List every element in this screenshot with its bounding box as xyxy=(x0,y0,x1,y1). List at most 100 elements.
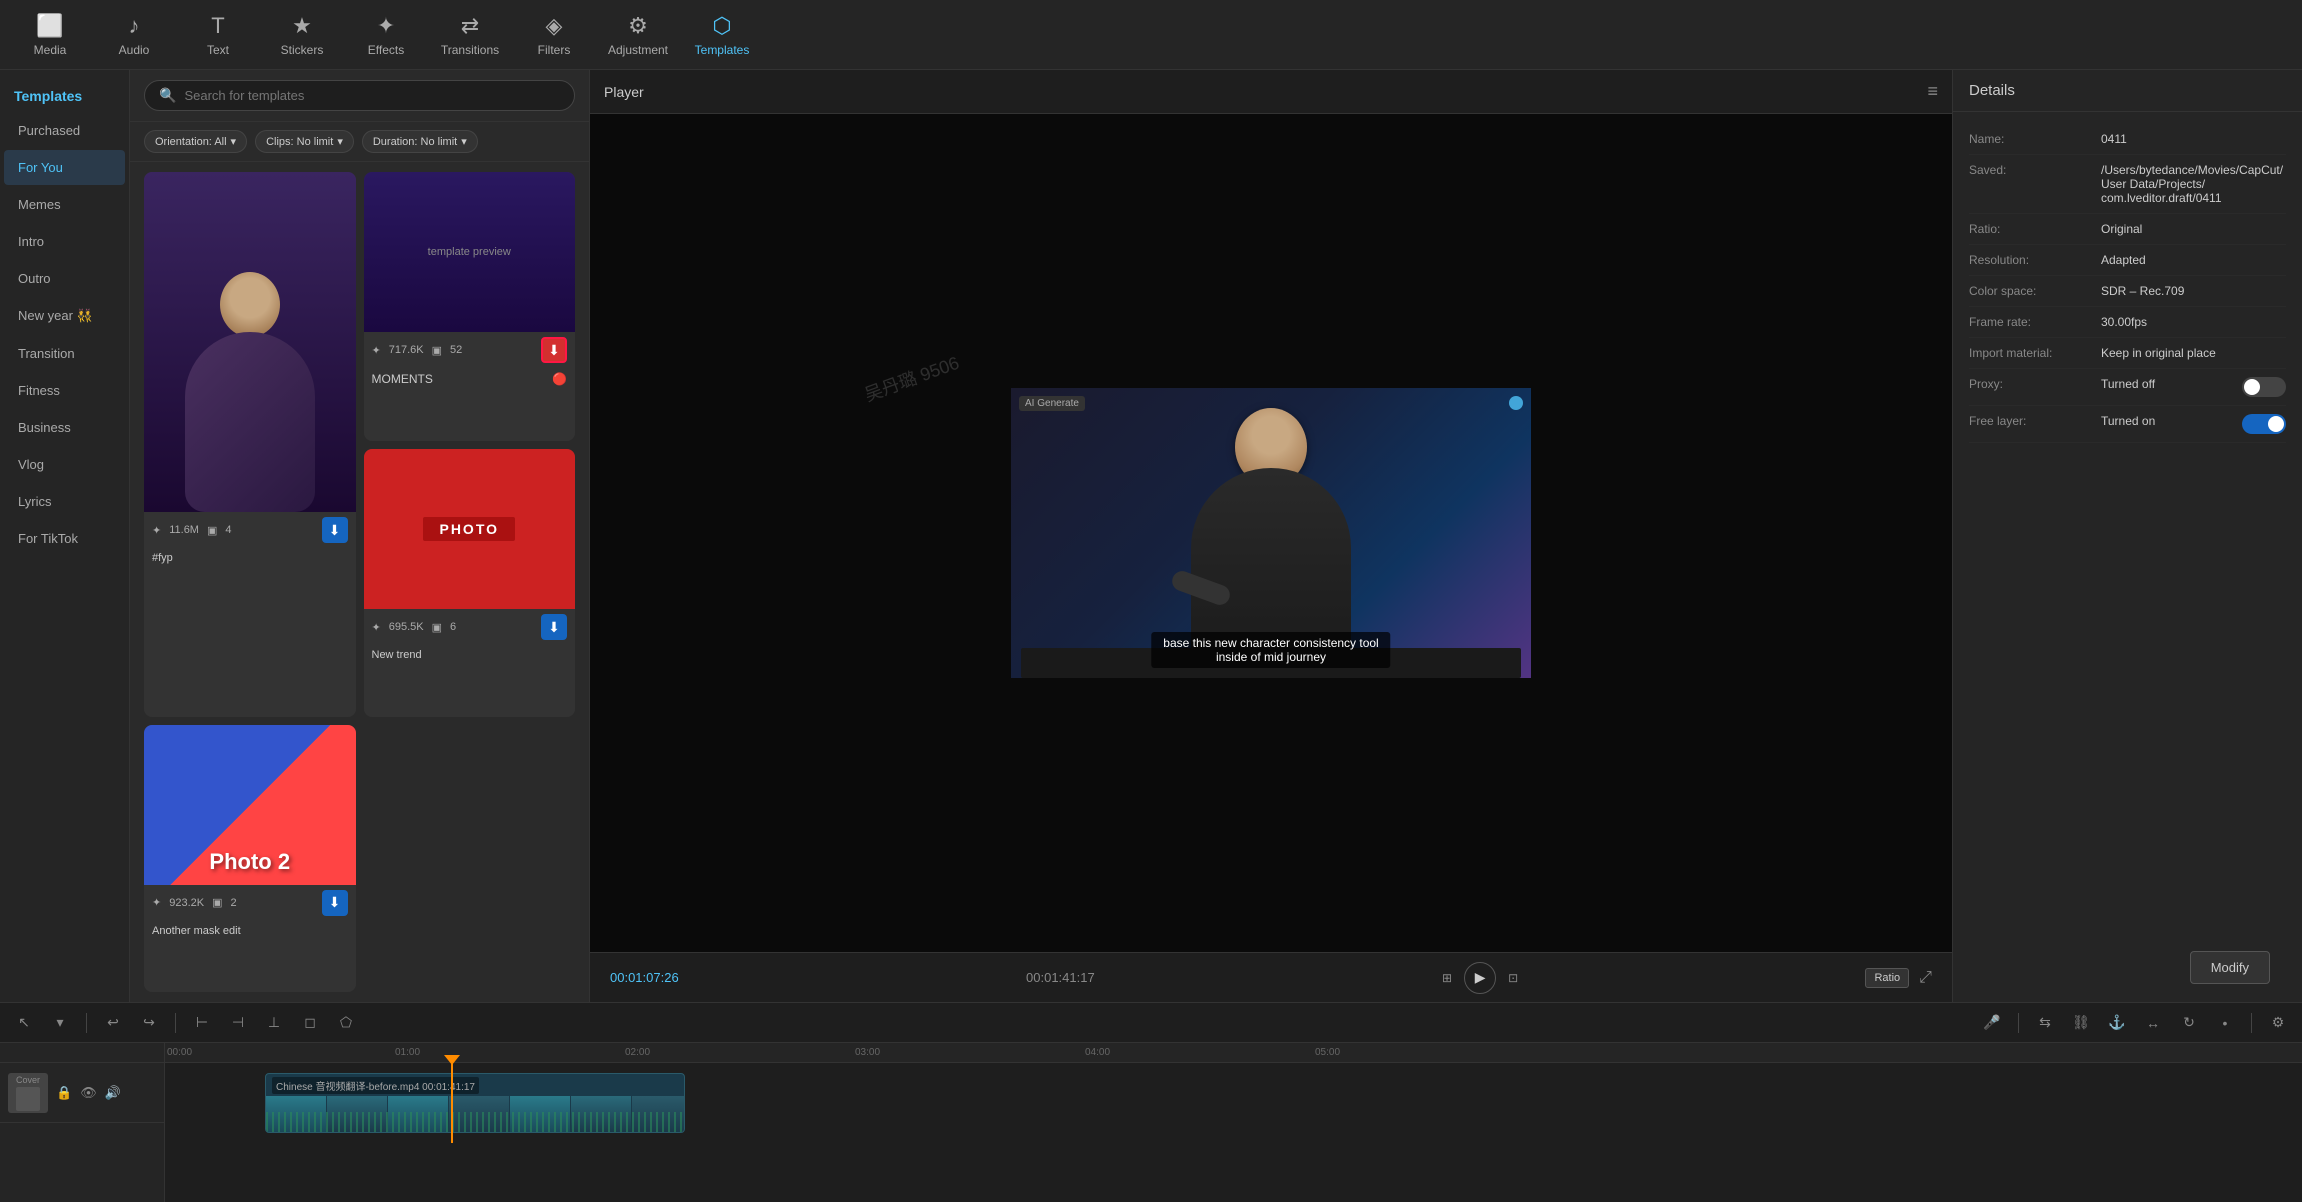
cover-thumb[interactable]: Cover xyxy=(8,1073,48,1113)
tl-undo-btn[interactable]: ↩ xyxy=(99,1009,127,1037)
tl-anchor-btn[interactable]: ⚓ xyxy=(2103,1009,2131,1037)
templates-grid: ✦ 11.6M ▣ 4 ⬇ #fyp template preview xyxy=(130,162,589,1002)
views-icon: ✦ xyxy=(152,524,161,537)
crop-icon[interactable]: ⊡ xyxy=(1508,971,1518,985)
filter-bar: Orientation: All ▾ Clips: No limit ▾ Dur… xyxy=(130,122,589,162)
template-meta-moments: ✦ 717.6K ▣ 52 ⬇ xyxy=(364,332,576,368)
download-btn-tall[interactable]: ⬇ xyxy=(322,517,348,543)
player-header: Player ≡ xyxy=(590,70,1952,114)
audio-icon: ♪ xyxy=(129,13,140,39)
search-input-wrap[interactable]: 🔍 xyxy=(144,80,575,111)
template-card-moments[interactable]: template preview ✦ 717.6K ▣ 52 ⬇ MOMENTS… xyxy=(364,172,576,441)
template-tag-tall: #fyp xyxy=(144,548,356,570)
current-time: 00:01:07:26 xyxy=(610,970,679,985)
views-icon: ✦ xyxy=(372,621,381,634)
search-input[interactable] xyxy=(184,88,560,103)
template-card-new-trend[interactable]: PHOTO ✦ 695.5K ▣ 6 ⬇ New trend xyxy=(364,449,576,716)
toolbar-btn-text[interactable]: T Text xyxy=(178,5,258,65)
views-icon: ✦ xyxy=(372,344,381,357)
tl-redo-btn[interactable]: ↪ xyxy=(135,1009,163,1037)
track-audio-btn[interactable]: 🔊 xyxy=(105,1085,121,1101)
proxy-toggle[interactable] xyxy=(2242,377,2286,397)
sidebar-item-business[interactable]: Business xyxy=(4,410,125,445)
toolbar-btn-effects[interactable]: ✦ Effects xyxy=(346,5,426,65)
templates-panel: 🔍 Orientation: All ▾ Clips: No limit ▾ D… xyxy=(130,70,590,1002)
toolbar-btn-media[interactable]: ⬜ Media xyxy=(10,5,90,65)
sidebar-item-for-tiktok[interactable]: For TikTok xyxy=(4,521,125,556)
sidebar-item-transition[interactable]: Transition xyxy=(4,336,125,371)
toolbar-label-templates: Templates xyxy=(695,43,750,57)
sidebar-item-outro[interactable]: Outro xyxy=(4,261,125,296)
download-btn-mask[interactable]: ⬇ xyxy=(322,890,348,916)
chevron-down-icon: ▾ xyxy=(231,135,237,148)
timeline-toolbar: ↖ ▾ ↩ ↪ ⊢ ⊣ ⊥ ◻ ⬠ 🎤 ⇆ ⛓ ⚓ ↔ ↻ • ⚙ xyxy=(0,1003,2302,1043)
filters-icon: ◈ xyxy=(546,13,563,39)
toolbar-label-transitions: Transitions xyxy=(441,43,499,57)
video-track[interactable]: Chinese 音视频翻译-before.mp4 00:01:41:17 xyxy=(265,1073,685,1133)
track-lock-btn[interactable]: 🔒 xyxy=(56,1085,72,1101)
sidebar-item-vlog[interactable]: Vlog xyxy=(4,447,125,482)
download-btn-moments[interactable]: ⬇ xyxy=(541,337,567,363)
chevron-down-icon: ▾ xyxy=(461,135,467,148)
track-eye-btn[interactable]: 👁 xyxy=(80,1085,97,1101)
tl-delete-btn[interactable]: ⊥ xyxy=(260,1009,288,1037)
tl-square-btn[interactable]: ◻ xyxy=(296,1009,324,1037)
tl-settings-btn[interactable]: ⚙ xyxy=(2264,1009,2292,1037)
tl-chevron-btn[interactable]: ▾ xyxy=(46,1009,74,1037)
tl-mic-btn[interactable]: 🎤 xyxy=(1978,1009,2006,1037)
grid-icon[interactable]: ⊞ xyxy=(1442,971,1452,985)
sidebar-item-purchased[interactable]: Purchased xyxy=(4,113,125,148)
ratio-button[interactable]: Ratio xyxy=(1865,968,1909,988)
transitions-icon: ⇄ xyxy=(461,13,479,39)
template-stats-tall: ✦ 11.6M ▣ 4 xyxy=(152,524,232,537)
templates-icon: ⬡ xyxy=(712,13,731,39)
sidebar-item-memes[interactable]: Memes xyxy=(4,187,125,222)
ai-badge: AI Generate xyxy=(1019,396,1085,411)
sidebar-item-intro[interactable]: Intro xyxy=(4,224,125,259)
status-dot xyxy=(1509,396,1523,410)
filter-clips[interactable]: Clips: No limit ▾ xyxy=(255,130,354,153)
fullscreen-icon[interactable]: ⤢ xyxy=(1919,969,1932,987)
filter-duration[interactable]: Duration: No limit ▾ xyxy=(362,130,478,153)
download-btn-new-trend[interactable]: ⬇ xyxy=(541,614,567,640)
play-button[interactable]: ▶ xyxy=(1464,962,1496,994)
template-card-tall[interactable]: ✦ 11.6M ▣ 4 ⬇ #fyp xyxy=(144,172,356,717)
template-card-mask[interactable]: Photo 2 ✦ 923.2K ▣ 2 ⬇ Another mask edit xyxy=(144,725,356,992)
freelayer-toggle[interactable] xyxy=(2242,414,2286,434)
tl-split2-btn[interactable]: ⊣ xyxy=(224,1009,252,1037)
sidebar-item-fitness[interactable]: Fitness xyxy=(4,373,125,408)
tl-cursor-btn[interactable]: ↖ xyxy=(10,1009,38,1037)
video-content: AI Generate base this new character cons… xyxy=(1011,388,1531,678)
tl-link-btn[interactable]: ⛓ xyxy=(2067,1009,2095,1037)
tl-loop-btn[interactable]: ↻ xyxy=(2175,1009,2203,1037)
modify-button[interactable]: Modify xyxy=(2190,951,2270,984)
sidebar-item-new-year[interactable]: New year 👯 xyxy=(4,298,125,334)
tl-arrow-btn[interactable]: ↔ xyxy=(2139,1009,2167,1037)
controls-center: ⊞ ▶ ⊡ xyxy=(1442,962,1518,994)
template-meta-mask: ✦ 923.2K ▣ 2 ⬇ xyxy=(144,885,356,921)
toolbar-btn-audio[interactable]: ♪ Audio xyxy=(94,5,174,65)
tl-shape-btn[interactable]: ⬠ xyxy=(332,1009,360,1037)
tl-divider-2 xyxy=(175,1013,176,1033)
player-menu-btn[interactable]: ≡ xyxy=(1927,81,1938,102)
detail-row-resolution: Resolution: Adapted xyxy=(1969,245,2286,276)
tl-magnet-btn[interactable]: ⇆ xyxy=(2031,1009,2059,1037)
sidebar-item-lyrics[interactable]: Lyrics xyxy=(4,484,125,519)
toolbar-btn-adjustment[interactable]: ⚙ Adjustment xyxy=(598,5,678,65)
chevron-down-icon: ▾ xyxy=(337,135,343,148)
toolbar-btn-stickers[interactable]: ★ Stickers xyxy=(262,5,342,65)
playhead[interactable] xyxy=(451,1063,453,1143)
toolbar-btn-transitions[interactable]: ⇄ Transitions xyxy=(430,5,510,65)
tl-dot-btn[interactable]: • xyxy=(2211,1009,2239,1037)
sidebar-item-for-you[interactable]: For You xyxy=(4,150,125,185)
detail-row-saved: Saved: /Users/bytedance/Movies/CapCut/ U… xyxy=(1969,155,2286,214)
stickers-icon: ★ xyxy=(292,13,312,39)
toolbar-btn-templates[interactable]: ⬡ Templates xyxy=(682,5,762,65)
filter-orientation[interactable]: Orientation: All ▾ xyxy=(144,130,247,153)
effects-icon: ✦ xyxy=(377,13,395,39)
toolbar-btn-filters[interactable]: ◈ Filters xyxy=(514,5,594,65)
detail-row-framerate: Frame rate: 30.00fps xyxy=(1969,307,2286,338)
toolbar-label-effects: Effects xyxy=(368,43,404,57)
tl-split-btn[interactable]: ⊢ xyxy=(188,1009,216,1037)
ruler-mark-3: 03:00 xyxy=(855,1047,880,1058)
